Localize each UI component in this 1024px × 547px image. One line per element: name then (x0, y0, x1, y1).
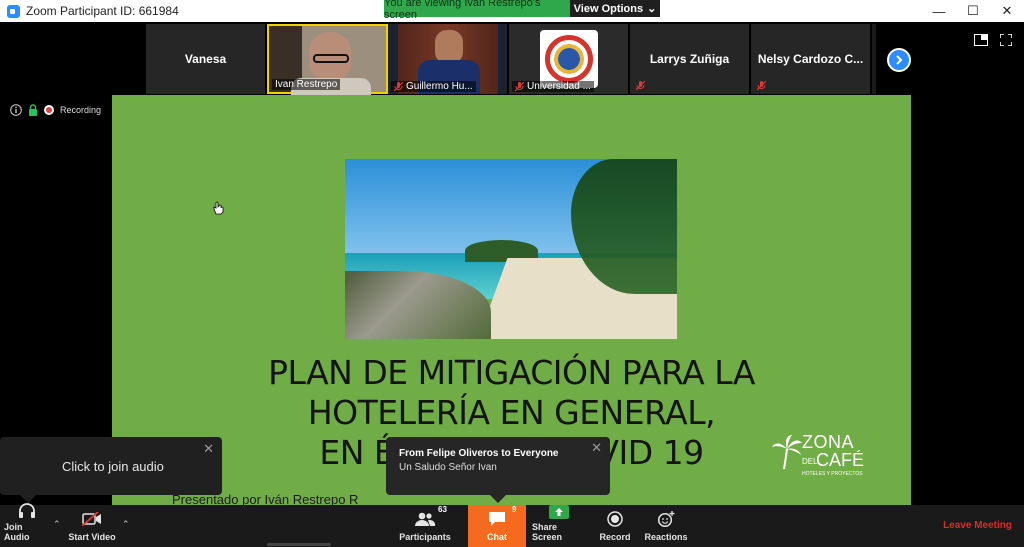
participant-label: Guillermo Hu... (391, 81, 476, 92)
participant-tile[interactable]: Universidad ... (509, 24, 630, 94)
zoom-logo-icon (7, 4, 20, 18)
close-icon[interactable]: ✕ (203, 441, 214, 457)
view-options-label: View Options (573, 2, 644, 15)
participant-tile[interactable]: Vanesa (146, 24, 267, 94)
fullscreen-icon[interactable] (1000, 34, 1012, 46)
mic-muted-icon (515, 81, 524, 91)
info-icon[interactable] (10, 104, 22, 116)
join-audio-tooltip[interactable]: Click to join audio ✕ (0, 437, 222, 503)
hand-cursor-icon (213, 201, 224, 215)
participants-icon (415, 512, 436, 526)
participant-strip: Vanesa Ivan Restrepo Guillermo Hu... Uni… (146, 24, 876, 98)
participants-label: Participants (399, 532, 451, 542)
brand-cafe: CAFÉ (816, 450, 865, 470)
headphones-icon (19, 503, 35, 518)
participant-tile[interactable]: Guillermo Hu... (388, 24, 509, 94)
participant-name: Larrys Zuñiga (649, 52, 730, 66)
chevron-right-icon (896, 55, 903, 65)
reactions-button[interactable]: Reactions (642, 505, 690, 547)
viewing-screen-banner: You are viewing Ivan Restrepo's screen (384, 0, 570, 21)
palm-tree-icon (772, 435, 802, 469)
participant-label: Universidad ... (512, 81, 594, 92)
brand-zona: ZONA (802, 432, 855, 452)
participant-label: Ivan Restrepo (272, 79, 341, 90)
join-audio-tooltip-text: Click to join audio (62, 459, 164, 474)
lock-icon[interactable] (28, 104, 38, 116)
maximize-icon[interactable]: ☐ (956, 0, 990, 22)
recording-icon (44, 105, 54, 115)
view-options-button[interactable]: View Options ⌄ (570, 0, 660, 17)
brand-tagline: HOTELES Y PROYECTOS (802, 471, 863, 477)
university-logo (539, 30, 598, 88)
reactions-label: Reactions (644, 532, 688, 542)
start-video-button[interactable]: Start Video (66, 505, 118, 547)
participant-name: Ivan Restrepo (275, 79, 338, 90)
layout-icon[interactable] (974, 34, 988, 46)
participants-count: 63 (438, 505, 447, 514)
window-controls: — ☐ ✕ (922, 0, 1024, 22)
next-participants-button[interactable] (887, 48, 911, 72)
join-audio-label: Join Audio (4, 522, 30, 542)
close-icon[interactable]: ✕ (591, 440, 602, 456)
chat-button[interactable]: 9 Chat (468, 505, 526, 547)
leave-meeting-button[interactable]: Leave Meeting (943, 520, 1012, 531)
share-screen-button[interactable]: Share Screen (532, 505, 586, 547)
chat-message: Un Saludo Señor Ivan (399, 462, 497, 473)
mic-muted-icon (394, 81, 403, 91)
window-title: Zoom Participant ID: 661984 (26, 4, 179, 18)
participant-name: Guillermo Hu... (406, 81, 473, 92)
join-audio-button[interactable]: Join Audio (4, 503, 50, 547)
record-label: Record (599, 532, 631, 542)
mic-muted-icon (757, 81, 766, 91)
participant-name: Vanesa (184, 52, 227, 66)
audio-options-caret[interactable]: ⌃ (53, 519, 61, 530)
start-video-label: Start Video (68, 532, 116, 542)
participant-tile[interactable]: Ivan Restrepo (267, 24, 388, 98)
record-button[interactable]: Record (596, 505, 634, 547)
chat-label: Chat (487, 532, 507, 542)
view-controls (974, 34, 1012, 46)
participant-tile[interactable]: Nelsy Cardozo C... (751, 24, 872, 94)
minimize-icon[interactable]: — (922, 0, 956, 22)
participants-button[interactable]: 63 Participants (398, 505, 452, 547)
slide-title-line: PLAN DE MITIGACIÓN PARA LA (268, 353, 755, 392)
zona-del-cafe-logo: ZONA DEL CAFÉ HOTELES Y PROYECTOS (772, 431, 865, 483)
chat-count: 9 (512, 505, 517, 514)
video-off-icon (82, 512, 101, 526)
share-screen-label: Share Screen (532, 522, 563, 542)
mic-muted-icon (636, 81, 645, 91)
beach-photo (345, 159, 677, 339)
recording-label: Recording (60, 105, 102, 115)
scroll-indicator (267, 543, 331, 546)
record-icon (607, 511, 623, 527)
share-screen-icon (549, 505, 569, 519)
chat-icon (489, 512, 505, 526)
participant-tile[interactable]: Larrys Zuñiga (630, 24, 751, 94)
participant-name: Nelsy Cardozo C... (757, 52, 864, 66)
meeting-toolbar: Join Audio ⌃ Start Video ⌃ 63 Participan… (0, 503, 1024, 547)
chat-sender: From Felipe Oliveros to Everyone (399, 448, 559, 459)
chevron-down-icon: ⌄ (647, 3, 657, 15)
close-icon[interactable]: ✕ (990, 0, 1024, 22)
reactions-icon (657, 511, 675, 527)
chat-notification[interactable]: From Felipe Oliveros to Everyone Un Salu… (386, 437, 610, 503)
slide-title-line: HOTELERÍA EN GENERAL, (307, 393, 716, 432)
participant-name: Universidad ... (527, 81, 591, 92)
video-options-caret[interactable]: ⌃ (122, 519, 130, 530)
meeting-status: Recording (10, 104, 101, 116)
